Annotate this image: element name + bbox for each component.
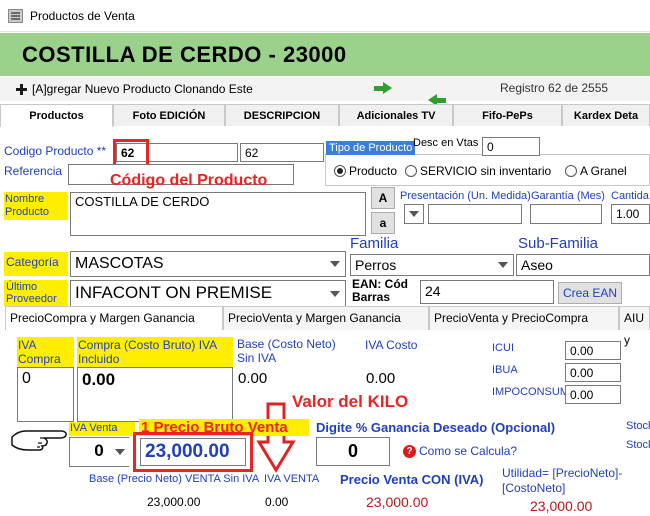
codigo-highlight-box [113,139,149,167]
desc-vtas-label: Desc en Vtas [413,137,479,149]
familia-input[interactable]: Perros [350,254,514,276]
base-costo-label: Base (Costo Neto) Sin IVA [237,337,336,365]
iva-costo-label: IVA Costo [365,338,418,352]
header-band: COSTILLA DE CERDO - 23000 [0,33,650,76]
base-costo-value: 0.00 [238,370,268,387]
iva-venta2-label: IVA VENTA [264,473,320,485]
window-titlebar: Productos de Venta [0,0,650,32]
subtab-aiu[interactable]: AIU y [619,306,650,347]
desc-vtas-input[interactable]: 0 [482,137,540,156]
proveedor-input[interactable]: INFACONT ON PREMISE [70,280,346,307]
ganancia-input[interactable]: 0 [316,437,390,466]
codigo-alt-input[interactable]: 62 [240,143,324,162]
ibua-label: IBUA [492,364,518,376]
subtab-precioventa-preciocompra[interactable]: PrecioVenta y PrecioCompra [429,306,619,330]
uppercase-button[interactable]: A [371,187,395,209]
subtab-preciocompra[interactable]: PrecioCompra y Margen Ganancia [5,306,223,330]
app-icon [8,9,23,23]
ean-input[interactable]: 24 [420,280,554,304]
presentacion-dropdown[interactable] [404,204,424,224]
icui-label: ICUI [492,342,514,354]
iva-compra-label: IVA Compra [17,337,74,367]
valor-kilo-annotation: Valor del KILO [292,392,409,411]
clone-product-button[interactable]: [A]gregar Nuevo Producto Clonando Este [16,80,253,98]
compra-input[interactable]: 0.00 [77,367,233,422]
pricing-subtabs: PrecioCompra y Margen Ganancia PrecioVen… [5,306,650,347]
radio-servicio[interactable]: SERVICIO sin inventario [405,164,551,178]
stock-label-2: Stock [626,439,650,451]
iva-venta2-value: 0.00 [265,495,289,509]
proveedor-dropdown[interactable] [326,282,345,305]
tipo-producto-title: Tipo de Producto [326,141,416,155]
tab-foto-edicion[interactable]: Foto EDICIÓN [113,104,225,126]
ibua-input[interactable]: 0.00 [565,363,621,382]
categoria-input[interactable]: MASCOTAS [70,251,346,277]
codigo-annotation: Código del Producto [110,172,268,189]
base-venta-value: 23,000.00 [147,495,201,509]
crea-ean-button[interactable]: Crea EAN [558,282,622,304]
product-title: COSTILLA DE CERDO - 23000 [22,42,347,67]
utilidad-label: Utilidad= [PrecioNeto]-[CostoNeto] [502,466,623,495]
subfamilia-label: Sub-Familia [518,235,599,252]
nombre-input[interactable]: COSTILLA DE CERDO [70,192,366,236]
garantia-label: Garantía (Mes) [531,190,605,202]
iva-venta-label: IVA Venta [69,422,135,436]
subfamilia-input[interactable]: Aseo [516,254,650,276]
referencia-label: Referencia [4,164,63,178]
red-down-arrow-icon [256,402,296,473]
tab-fifo-peps[interactable]: Fifo-PePs [453,104,562,126]
como-calcula-link[interactable]: Como se Calcula? [419,444,517,458]
familia-dropdown[interactable] [494,255,513,275]
radio-granel[interactable]: A Granel [565,164,627,178]
tab-adicionales-tv[interactable]: Adicionales TV [339,104,453,126]
tab-productos[interactable]: Productos [0,104,113,127]
iva-venta-dropdown[interactable] [111,438,129,466]
utilidad-value: 23,000.00 [530,498,593,514]
toolbar: [A]gregar Nuevo Producto Clonando Este R… [0,77,650,106]
cantidad-label: Cantida [611,190,649,202]
main-tabs: Productos Foto EDICIÓN DESCRIPCION Adici… [0,104,650,127]
proveedor-label: Último Proveedor [4,280,68,306]
window-title: Productos de Venta [30,9,135,23]
radio-producto[interactable]: Producto [334,164,397,178]
pointing-hand-icon [11,430,67,451]
compra-label: Compra (Costo Bruto) IVA Incluido [77,337,233,367]
iva-costo-value: 0.00 [366,370,396,387]
icui-input[interactable]: 0.00 [565,341,621,360]
precio-con-iva-value: 23,000.00 [366,494,429,510]
presentacion-label: Presentación (Un. Medida) [400,190,531,202]
nombre-label: Nombre Producto [4,192,68,220]
garantia-input[interactable] [530,204,602,224]
codigo-label: Codigo Producto ** [4,144,107,158]
categoria-dropdown[interactable] [326,252,345,276]
impoconsumo-input[interactable]: 0.00 [565,385,621,404]
precio-highlight-box [133,432,253,472]
iva-compra-input[interactable]: 0 [17,367,74,422]
help-icon[interactable]: ? [403,445,416,458]
plus-icon [16,83,27,95]
cantidad-input[interactable]: 1.00 [611,204,650,224]
presentacion-input[interactable] [428,204,522,224]
tab-kardex[interactable]: Kardex Deta [562,104,650,126]
familia-label: Familia [350,235,399,252]
tab-descripcion[interactable]: DESCRIPCION [225,104,339,126]
lowercase-button[interactable]: a [371,212,395,234]
base-venta-label: Base (Precio Neto) VENTA Sin IVA [89,473,260,485]
clone-product-label: [A]gregar Nuevo Producto Clonando Este [32,82,253,96]
ganancia-label: Digite % Ganancia Deseado (Opcional) [316,420,556,435]
precio-con-iva-label: Precio Venta CON (IVA) [340,472,484,487]
categoria-label: Categoría [4,252,68,276]
stock-label-1: Stock [626,420,650,432]
ean-label: EAN: Cód Barras [352,277,408,304]
subtab-precioventa-margen[interactable]: PrecioVenta y Margen Ganancia [223,306,429,330]
next-record-arrow-icon[interactable] [374,82,392,94]
record-counter: Registro 62 de 2555 [500,81,609,95]
